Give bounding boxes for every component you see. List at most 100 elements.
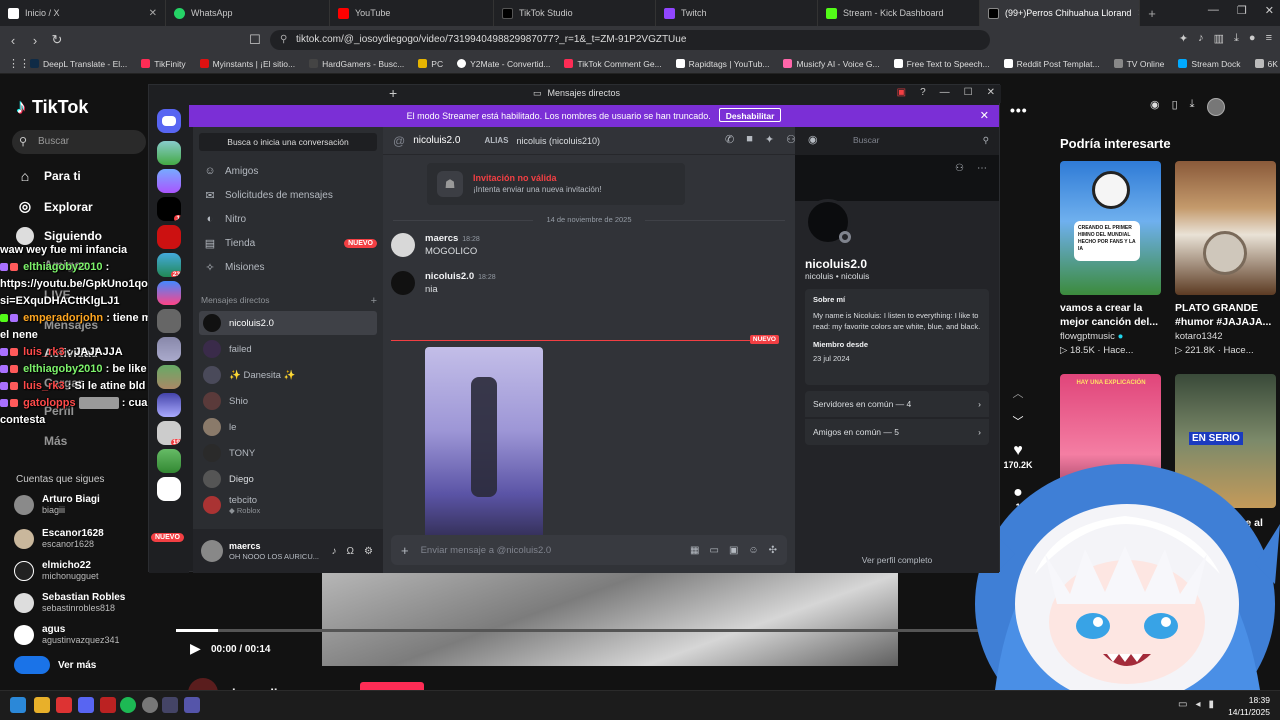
server-icon[interactable] <box>157 365 181 389</box>
profile-icon[interactable]: ● <box>1249 32 1256 45</box>
inbox-icon[interactable]: ▣ <box>897 87 906 98</box>
suggested-video-card[interactable]: CREANDO EL PRIMER HIMNO DEL MUNDIAL HECH… <box>1060 161 1161 356</box>
following-item[interactable]: agus agustinvazquez341 <box>14 624 120 646</box>
help-icon[interactable]: ? <box>920 87 926 98</box>
discord-icon[interactable] <box>78 697 94 713</box>
play-icon[interactable]: ▶ <box>190 640 201 657</box>
sticker-icon[interactable]: ▣ <box>729 545 738 556</box>
gif-icon[interactable]: ▭ <box>709 545 718 556</box>
tab-x[interactable]: Inicio / X ✕ <box>0 0 166 26</box>
server-icon[interactable]: 1 <box>157 197 181 221</box>
emoji-icon[interactable]: ☺ <box>748 545 758 556</box>
forward-icon[interactable]: › <box>24 33 46 48</box>
minimize-icon[interactable]: — <box>940 87 950 98</box>
scroll-up-icon[interactable]: ︿ <box>1000 384 1036 402</box>
bookmark-item[interactable]: Rapidtags | YouTub... <box>675 59 769 69</box>
see-more-link[interactable]: Ver más <box>14 656 96 674</box>
plus-icon[interactable]: + <box>401 543 409 558</box>
maximize-icon[interactable]: ☐ <box>964 87 973 98</box>
tab-whatsapp[interactable]: WhatsApp <box>166 0 330 26</box>
bookmark-item[interactable]: Y2Mate - Convertid... <box>457 59 550 69</box>
video-call-icon[interactable]: ■ <box>746 133 753 146</box>
plus-icon[interactable]: + <box>389 85 397 101</box>
avatar[interactable] <box>1206 98 1225 116</box>
close-icon[interactable]: ✕ <box>987 87 995 98</box>
bookmark-item[interactable]: Reddit Post Templat... <box>1003 59 1100 69</box>
tab-twitch[interactable]: Twitch <box>656 0 818 26</box>
menu-nitro[interactable]: ◐ Nitro <box>201 209 377 229</box>
server-icon[interactable] <box>157 449 181 473</box>
url-field[interactable]: ⚲ tiktok.com/@_iosoydiegogo/video/7319940… <box>270 30 990 50</box>
bookmark-item[interactable]: Musicfy AI - Voice G... <box>783 59 880 69</box>
avatar[interactable] <box>391 233 415 257</box>
avatar[interactable] <box>201 540 223 562</box>
server-icon[interactable] <box>157 281 181 305</box>
more-icon[interactable]: ⋯ <box>977 163 987 174</box>
dm-user-item[interactable]: ✨ Danesita ✨ <box>199 363 377 387</box>
dm-user-item[interactable]: le <box>199 415 377 439</box>
following-item[interactable]: Sebastian Robles sebastinrobles818 <box>14 592 125 614</box>
close-icon[interactable]: ✕ <box>149 8 157 19</box>
find-conversation-input[interactable]: Busca o inicia una conversación <box>199 133 377 151</box>
battery-icon[interactable]: ▮ <box>1208 699 1214 710</box>
server-icon[interactable] <box>157 393 181 417</box>
apps-icon[interactable]: ✣ <box>769 545 777 556</box>
server-icon[interactable] <box>157 225 181 249</box>
server-icon[interactable] <box>157 309 181 333</box>
dm-user-item[interactable]: failed <box>199 337 377 361</box>
nav-mas[interactable]: Más <box>16 434 67 448</box>
app-icon[interactable] <box>162 697 178 713</box>
server-icon[interactable] <box>157 337 181 361</box>
app-icon[interactable] <box>100 697 116 713</box>
tab-kick[interactable]: Stream - Kick Dashboard <box>818 0 980 26</box>
server-icon[interactable] <box>157 169 181 193</box>
video-attachment[interactable]: ↺ ◂ ⛶ <box>425 347 543 557</box>
suggested-video-card[interactable]: PLATO GRANDE #humor #JAJAJA... kotaro134… <box>1175 161 1276 356</box>
app-icon[interactable] <box>184 697 200 713</box>
following-item[interactable]: Arturo Biagi biagiii <box>14 494 100 516</box>
brave-icon[interactable] <box>56 697 72 713</box>
restore-icon[interactable]: ❐ <box>1237 4 1247 17</box>
video-progress-bar[interactable] <box>176 629 1006 632</box>
tab-tiktok-active[interactable]: (99+)Perros Chihuahua Llorand✕ <box>980 0 1140 26</box>
more-options-icon[interactable]: ••• <box>1010 102 1028 118</box>
search-input[interactable]: ⚲ Buscar <box>12 130 146 154</box>
nav-explorar[interactable]: ◎ Explorar <box>16 198 93 215</box>
nav-para-ti[interactable]: ⌂ Para ti <box>16 168 81 184</box>
add-friend-icon[interactable]: ⚇ <box>955 163 964 174</box>
bookmark-icon[interactable]: ☐ <box>244 32 266 48</box>
back-icon[interactable]: ‹ <box>2 33 24 48</box>
menu-tienda[interactable]: ▤ Tienda NUEVO <box>201 233 377 253</box>
bookmark-item[interactable]: Myinstants | ¡El sitio... <box>199 59 295 69</box>
view-full-profile-link[interactable]: Ver perfil completo <box>795 555 999 565</box>
bookmark-folder[interactable]: PC <box>418 59 443 69</box>
minimize-icon[interactable]: — <box>1208 4 1219 17</box>
pin-icon[interactable]: ✦ <box>765 133 774 146</box>
follow-button[interactable] <box>360 682 424 690</box>
discord-home-icon[interactable] <box>157 109 181 133</box>
server-icon[interactable] <box>157 477 181 501</box>
tiktok-logo[interactable]: ♪ TikTok <box>16 96 88 119</box>
tab-youtube[interactable]: YouTube <box>330 0 494 26</box>
scroll-down-icon[interactable]: ﹀ <box>1000 412 1036 430</box>
bookmark-item[interactable]: TikTok Comment Ge... <box>564 59 662 69</box>
reload-icon[interactable]: ↻ <box>46 32 68 48</box>
close-icon[interactable]: ✕ <box>980 105 989 127</box>
puzzle-icon[interactable]: ✦ <box>1179 32 1188 45</box>
following-item[interactable]: elmicho22 michonugguet <box>14 560 99 582</box>
server-icon[interactable]: 19 <box>157 421 181 445</box>
file-explorer-icon[interactable] <box>34 697 50 713</box>
headphones-icon[interactable]: Ω <box>347 546 354 557</box>
site-info-icon[interactable]: ⚲ <box>280 30 287 50</box>
windows-start-icon[interactable] <box>10 697 26 713</box>
video-frame[interactable] <box>322 568 898 666</box>
create-dm-icon[interactable]: + <box>371 295 377 307</box>
new-tab-button[interactable]: + <box>1140 6 1164 21</box>
sidebar-icon[interactable]: ▥ <box>1214 32 1224 45</box>
apps-icon[interactable]: ⋮⋮ <box>8 57 30 70</box>
dm-user-item[interactable]: nicoluis2.0 <box>199 311 377 335</box>
dm-user-item[interactable]: TONY <box>199 441 377 465</box>
dm-user-item[interactable]: Shio <box>199 389 377 413</box>
gift-icon[interactable]: ▦ <box>690 545 699 556</box>
bookmark-item[interactable]: 6K Labs <box>1254 59 1280 69</box>
